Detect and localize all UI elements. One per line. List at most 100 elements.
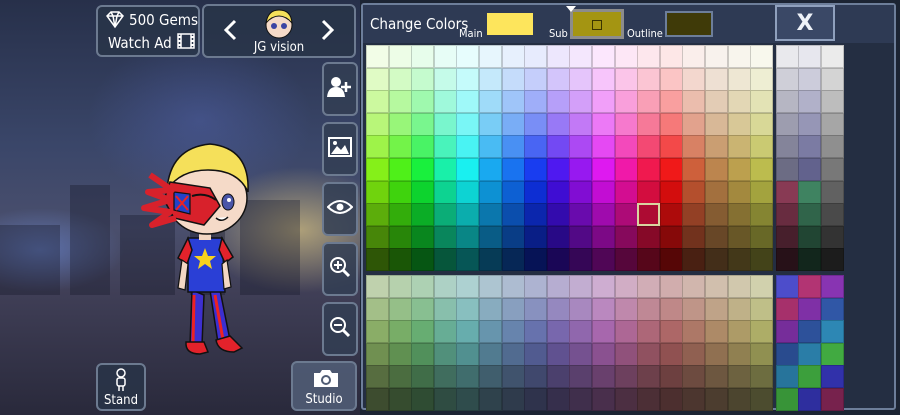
color-cell[interactable]	[614, 388, 638, 411]
color-cell[interactable]	[821, 180, 844, 204]
color-cell[interactable]	[798, 112, 822, 136]
color-cell[interactable]	[411, 297, 435, 321]
color-cell[interactable]	[524, 135, 548, 159]
color-cell[interactable]	[750, 388, 774, 411]
color-cell[interactable]	[433, 365, 457, 389]
color-cell[interactable]	[705, 203, 728, 227]
color-cell[interactable]	[366, 158, 389, 181]
color-cell[interactable]	[614, 67, 638, 91]
color-cell[interactable]	[388, 225, 412, 249]
color-cell[interactable]	[411, 365, 435, 389]
color-cell[interactable]	[546, 320, 570, 344]
color-cell[interactable]	[659, 365, 683, 389]
color-cell[interactable]	[388, 90, 412, 114]
color-cell[interactable]	[727, 275, 751, 298]
color-cell[interactable]	[614, 180, 638, 204]
color-cell[interactable]	[592, 112, 615, 136]
color-cell[interactable]	[659, 342, 683, 366]
color-cell[interactable]	[821, 248, 844, 272]
color-cell[interactable]	[682, 158, 706, 181]
color-cell[interactable]	[727, 112, 751, 136]
color-cell[interactable]	[682, 225, 706, 249]
color-cell[interactable]	[411, 67, 435, 91]
color-cell[interactable]	[614, 135, 638, 159]
color-cell[interactable]	[659, 112, 683, 136]
color-cell[interactable]	[479, 158, 502, 181]
color-cell[interactable]	[388, 248, 412, 272]
color-cell[interactable]	[388, 388, 412, 411]
color-cell[interactable]	[569, 365, 593, 389]
color-cell[interactable]	[798, 180, 822, 204]
color-cell[interactable]	[366, 320, 389, 344]
color-cell[interactable]	[775, 365, 799, 389]
color-cell[interactable]	[546, 180, 570, 204]
color-cell[interactable]	[366, 135, 389, 159]
color-cell[interactable]	[821, 158, 844, 181]
color-cell[interactable]	[750, 158, 774, 181]
color-cell[interactable]	[775, 342, 799, 366]
color-cell[interactable]	[821, 388, 844, 411]
color-cell[interactable]	[659, 203, 683, 227]
background-button[interactable]	[322, 122, 358, 176]
color-cell[interactable]	[750, 112, 774, 136]
color-cell[interactable]	[388, 297, 412, 321]
color-cell[interactable]	[798, 45, 822, 68]
color-cell[interactable]	[366, 365, 389, 389]
color-cell[interactable]	[705, 342, 728, 366]
color-cell[interactable]	[682, 365, 706, 389]
color-cell[interactable]	[614, 342, 638, 366]
color-cell[interactable]	[798, 67, 822, 91]
color-cell[interactable]	[366, 275, 389, 298]
color-cell[interactable]	[501, 203, 525, 227]
watch-ad-button[interactable]: Watch Ad	[108, 33, 195, 53]
color-cell[interactable]	[433, 203, 457, 227]
color-cell[interactable]	[366, 180, 389, 204]
color-cell[interactable]	[388, 365, 412, 389]
color-cell[interactable]	[456, 90, 480, 114]
color-cell[interactable]	[479, 248, 502, 272]
color-cell[interactable]	[456, 203, 480, 227]
color-cell[interactable]	[592, 365, 615, 389]
color-cell[interactable]	[569, 45, 593, 68]
color-cell[interactable]	[479, 342, 502, 366]
color-cell[interactable]	[775, 90, 799, 114]
color-cell[interactable]	[614, 45, 638, 68]
visibility-button[interactable]	[322, 182, 358, 236]
color-cell[interactable]	[433, 342, 457, 366]
color-cell[interactable]	[775, 225, 799, 249]
color-cell[interactable]	[775, 158, 799, 181]
color-cell[interactable]	[456, 275, 480, 298]
color-cell[interactable]	[592, 135, 615, 159]
color-cell[interactable]	[705, 225, 728, 249]
color-cell[interactable]	[659, 388, 683, 411]
color-cell[interactable]	[637, 158, 661, 181]
color-cell[interactable]	[705, 365, 728, 389]
color-cell[interactable]	[821, 275, 844, 298]
color-cell[interactable]	[501, 225, 525, 249]
color-cell[interactable]	[727, 45, 751, 68]
color-cell[interactable]	[456, 297, 480, 321]
color-cell[interactable]	[411, 112, 435, 136]
color-cell[interactable]	[750, 45, 774, 68]
color-cell[interactable]	[750, 135, 774, 159]
color-cell[interactable]	[750, 275, 774, 298]
color-cell[interactable]	[659, 275, 683, 298]
color-cell[interactable]	[821, 67, 844, 91]
color-cell[interactable]	[682, 180, 706, 204]
color-cell[interactable]	[546, 158, 570, 181]
color-cell[interactable]	[727, 225, 751, 249]
color-cell[interactable]	[750, 297, 774, 321]
color-cell[interactable]	[524, 388, 548, 411]
color-cell[interactable]	[705, 388, 728, 411]
color-cell[interactable]	[705, 248, 728, 272]
color-cell[interactable]	[775, 67, 799, 91]
color-cell[interactable]	[727, 90, 751, 114]
color-cell[interactable]	[366, 203, 389, 227]
color-cell[interactable]	[682, 297, 706, 321]
color-cell[interactable]	[388, 180, 412, 204]
color-cell[interactable]	[682, 112, 706, 136]
color-cell[interactable]	[637, 297, 661, 321]
color-cell[interactable]	[456, 388, 480, 411]
zoom-out-button[interactable]	[322, 302, 358, 356]
color-cell[interactable]	[798, 275, 822, 298]
